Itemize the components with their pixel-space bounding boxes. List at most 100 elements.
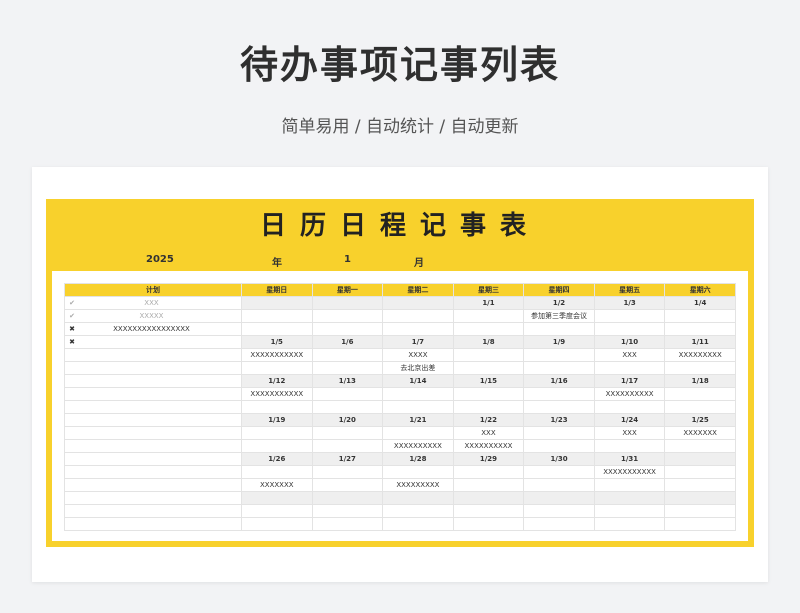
note-cell[interactable]: XXXXXXX: [241, 478, 313, 492]
note-cell[interactable]: [241, 504, 313, 518]
note-cell[interactable]: [311, 322, 384, 336]
note-cell[interactable]: [523, 465, 595, 479]
plan-empty-cell[interactable]: [64, 374, 242, 388]
plan-empty-cell[interactable]: [64, 452, 242, 466]
date-cell[interactable]: 1/3: [593, 296, 666, 310]
note-cell[interactable]: [241, 309, 313, 323]
note-cell[interactable]: 去北京出差: [382, 361, 454, 375]
date-cell[interactable]: 1/12: [241, 374, 313, 388]
plan-item[interactable]: ✔ XXXXX: [64, 309, 242, 323]
note-cell[interactable]: [452, 322, 525, 336]
plan-empty-cell[interactable]: [64, 517, 242, 531]
note-cell[interactable]: [664, 361, 736, 375]
date-cell[interactable]: 1/28: [382, 452, 454, 466]
plan-empty-cell[interactable]: [64, 504, 242, 518]
note-cell[interactable]: [382, 387, 454, 401]
note-cell[interactable]: XXXXXXXXXXX: [241, 348, 313, 362]
note-cell[interactable]: [664, 322, 736, 336]
date-cell[interactable]: 1/23: [523, 413, 595, 427]
note-cell[interactable]: [311, 361, 384, 375]
note-cell[interactable]: [664, 400, 736, 414]
note-cell[interactable]: [593, 478, 666, 492]
note-cell[interactable]: [452, 517, 525, 531]
note-cell[interactable]: [311, 309, 384, 323]
note-cell[interactable]: XXXXXXXXXXX: [241, 387, 313, 401]
date-cell[interactable]: 1/14: [382, 374, 454, 388]
note-cell[interactable]: [523, 439, 595, 453]
plan-item[interactable]: ✖ XXXXXXXXXXXXXXXX: [64, 322, 242, 336]
date-cell[interactable]: 1/6: [311, 335, 384, 349]
note-cell[interactable]: [382, 400, 454, 414]
note-cell[interactable]: [241, 361, 313, 375]
date-cell[interactable]: [664, 452, 736, 466]
note-cell[interactable]: [593, 361, 666, 375]
note-cell[interactable]: [664, 465, 736, 479]
plan-empty-cell[interactable]: [64, 465, 242, 479]
note-cell[interactable]: [452, 387, 525, 401]
plan-empty-cell[interactable]: [64, 361, 242, 375]
date-cell[interactable]: 1/13: [311, 374, 384, 388]
note-cell[interactable]: XXXXXXXXXX: [452, 439, 525, 453]
plan-empty-cell[interactable]: [64, 439, 242, 453]
date-cell[interactable]: 1/22: [452, 413, 525, 427]
note-cell[interactable]: [241, 517, 313, 531]
note-cell[interactable]: [311, 400, 384, 414]
note-cell[interactable]: [382, 504, 454, 518]
note-cell[interactable]: [523, 387, 595, 401]
note-cell[interactable]: [664, 439, 736, 453]
note-cell[interactable]: [593, 322, 666, 336]
date-cell[interactable]: 1/27: [311, 452, 384, 466]
plan-empty-cell[interactable]: [64, 400, 242, 414]
plan-empty-cell[interactable]: [64, 348, 242, 362]
date-cell[interactable]: 1/15: [452, 374, 525, 388]
note-cell[interactable]: [523, 322, 595, 336]
note-cell[interactable]: 参加第三季度会议: [523, 309, 595, 323]
note-cell[interactable]: [664, 517, 736, 531]
note-cell[interactable]: XXXX: [382, 348, 454, 362]
year-value[interactable]: 2025: [146, 254, 174, 265]
note-cell[interactable]: [664, 478, 736, 492]
date-cell[interactable]: 1/29: [452, 452, 525, 466]
note-cell[interactable]: [523, 361, 595, 375]
note-cell[interactable]: [452, 478, 525, 492]
note-cell[interactable]: [382, 322, 454, 336]
note-cell[interactable]: [523, 348, 595, 362]
plan-empty-cell[interactable]: [64, 413, 242, 427]
note-cell[interactable]: [452, 465, 525, 479]
date-cell[interactable]: 1/1: [452, 296, 525, 310]
date-cell[interactable]: 1/26: [241, 452, 313, 466]
note-cell[interactable]: XXXXXXXXX: [382, 478, 454, 492]
date-cell[interactable]: [382, 296, 454, 310]
note-cell[interactable]: [241, 322, 313, 336]
note-cell[interactable]: [593, 400, 666, 414]
plan-item[interactable]: ✖: [64, 335, 242, 349]
note-cell[interactable]: [311, 504, 384, 518]
note-cell[interactable]: [241, 439, 313, 453]
date-cell[interactable]: [241, 491, 313, 505]
note-cell[interactable]: [664, 309, 736, 323]
note-cell[interactable]: [664, 504, 736, 518]
date-cell[interactable]: 1/16: [523, 374, 595, 388]
note-cell[interactable]: [593, 309, 666, 323]
date-cell[interactable]: 1/17: [593, 374, 666, 388]
note-cell[interactable]: XXX: [593, 426, 666, 440]
plan-item[interactable]: ✔ XXX: [64, 296, 242, 310]
note-cell[interactable]: XXXXXXXXXX: [593, 387, 666, 401]
note-cell[interactable]: [311, 439, 384, 453]
date-cell[interactable]: 1/9: [523, 335, 595, 349]
note-cell[interactable]: [593, 517, 666, 531]
date-cell[interactable]: 1/21: [382, 413, 454, 427]
note-cell[interactable]: [593, 504, 666, 518]
note-cell[interactable]: XXX: [593, 348, 666, 362]
date-cell[interactable]: [311, 296, 384, 310]
note-cell[interactable]: [311, 517, 384, 531]
plan-empty-cell[interactable]: [64, 478, 242, 492]
note-cell[interactable]: [241, 426, 313, 440]
date-cell[interactable]: 1/25: [664, 413, 736, 427]
note-cell[interactable]: [311, 387, 384, 401]
note-cell[interactable]: [382, 465, 454, 479]
date-cell[interactable]: 1/7: [382, 335, 454, 349]
note-cell[interactable]: [452, 348, 525, 362]
plan-empty-cell[interactable]: [64, 387, 242, 401]
note-cell[interactable]: [382, 517, 454, 531]
